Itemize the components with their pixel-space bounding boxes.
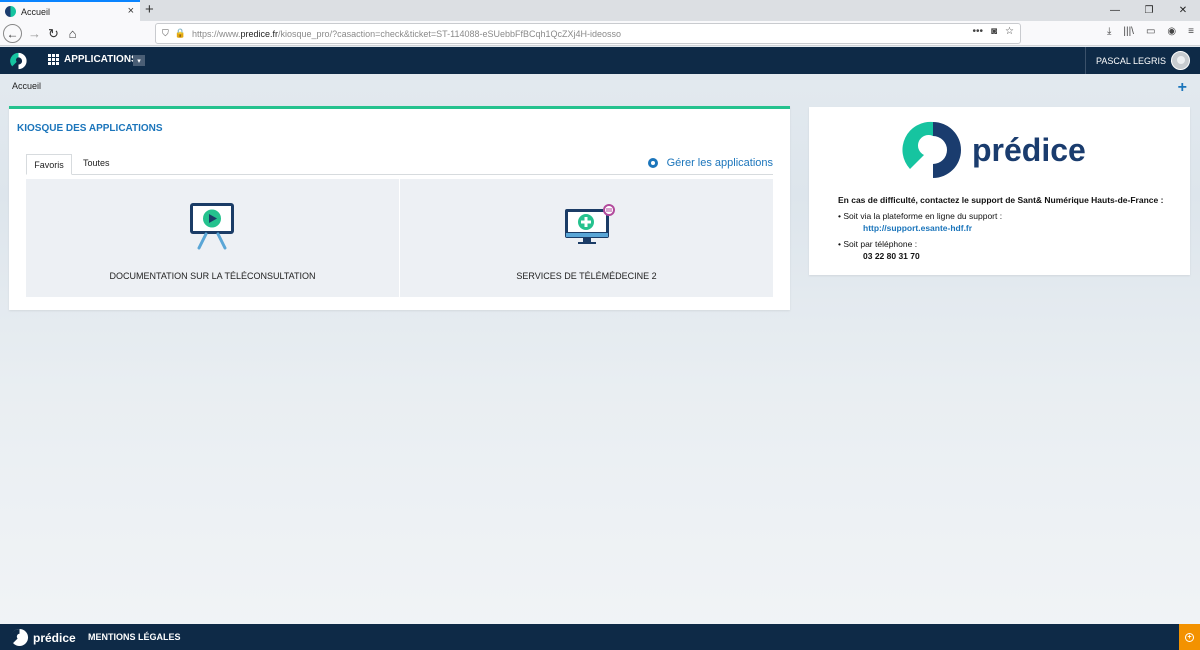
forward-arrow-icon[interactable]: → [25,24,44,43]
grid-icon [48,54,59,65]
tab-favoris[interactable]: Favoris [26,154,72,175]
plus-circle-icon: + [1185,632,1194,642]
shield-icon[interactable]: ⛉ [162,28,169,39]
back-arrow-icon[interactable]: ← [3,24,22,43]
browser-nav-bar: ← → ↻ ⌂ ⛉ 🔒 https://www.predice.fr/kiosq… [0,21,1200,46]
support-link[interactable]: http://support.esante-hdf.fr [863,223,1163,235]
tab-close-icon[interactable]: × [128,5,134,17]
url-text[interactable]: https://www.predice.fr/kiosque_pro/?casa… [192,29,621,39]
support-contact-info: En cas de difficulté, contactez le suppo… [838,195,1163,262]
video-presentation-icon [190,203,234,250]
window-controls: — ❐ ✕ [1098,0,1200,21]
user-name: PASCAL LEGRIS [1096,55,1167,66]
sidebar-icon[interactable]: ▭ [1146,26,1155,37]
app-card-documentation[interactable]: DOCUMENTATION SUR LA TÉLÉCONSULTATION [26,179,399,297]
home-icon[interactable]: ⌂ [63,24,82,43]
footer: prédice MENTIONS LÉGALES + [0,624,1200,650]
predice-footer-icon [10,628,29,647]
browser-toolbar-right: ⤓ |||\ ▭ ◉ ≡ [1107,26,1194,37]
downloads-icon[interactable]: ⤓ [1107,26,1111,37]
menu-icon[interactable]: ≡ [1188,26,1194,37]
app-header: APPLICATIONS ▾ PASCAL LEGRIS ⌄ [0,47,1200,74]
footer-action-button[interactable]: + [1179,624,1200,650]
support-platform-line: • Soit via la plateforme en ligne du sup… [838,210,1003,221]
app-card-label: SERVICES DE TÉLÉMÉDECINE 2 [516,271,657,281]
applications-label: APPLICATIONS [64,54,138,65]
browser-tab-title: Accueil [21,6,51,17]
maximize-button[interactable]: ❐ [1132,0,1166,21]
footer-logo[interactable]: prédice [10,628,76,647]
gear-icon [647,158,658,168]
chevron-down-icon[interactable]: ▾ [133,55,145,66]
telemedicine-monitor-icon [565,204,615,244]
predice-brand-logo: prédice [902,119,1102,184]
support-phone: 03 22 80 31 70 [863,250,920,261]
new-tab-button[interactable]: + [145,1,154,18]
browser-tab[interactable]: Accueil × [0,0,140,21]
tab-toutes[interactable]: Toutes [83,158,110,168]
app-card-telemedecine[interactable]: SERVICES DE TÉLÉMÉDECINE 2 [400,179,773,297]
support-lead: En cas de difficulté, contactez le suppo… [838,195,1164,205]
support-panel: prédice En cas de difficulté, contactez … [809,107,1190,275]
account-icon[interactable]: ◉ [1167,26,1176,37]
pocket-icon[interactable]: ◙ [991,26,997,37]
support-phone-line: • Soit par téléphone : [838,238,918,249]
lock-icon[interactable]: 🔒 [175,28,186,39]
kiosk-panel: KIOSQUE DES APPLICATIONS Favoris Toutes … [9,106,790,310]
applications-menu-button[interactable]: APPLICATIONS [48,54,138,65]
url-bar[interactable]: ⛉ 🔒 https://www.predice.fr/kiosque_pro/?… [155,23,1021,44]
predice-favicon-icon [5,6,16,17]
breadcrumb[interactable]: Accueil [12,81,41,91]
brand-wordmark: prédice [972,132,1086,168]
manage-applications-link[interactable]: Gérer les applications [647,157,773,169]
footer-brand: prédice [33,630,76,645]
manage-applications-label: Gérer les applications [666,157,773,169]
add-plus-icon[interactable]: + [1178,79,1187,97]
predice-logo-icon[interactable] [9,52,28,70]
minimize-button[interactable]: — [1098,0,1132,21]
close-window-button[interactable]: ✕ [1166,0,1200,21]
reload-icon[interactable]: ↻ [44,24,63,43]
kiosk-title: KIOSQUE DES APPLICATIONS [17,123,163,134]
user-menu[interactable]: PASCAL LEGRIS ⌄ [1085,47,1200,74]
bookmark-star-icon[interactable]: ☆ [1005,26,1014,37]
legal-mentions-link[interactable]: MENTIONS LÉGALES [88,632,181,642]
kiosk-tabs: Favoris Toutes Gérer les applications [26,154,773,175]
library-icon[interactable]: |||\ [1123,26,1134,37]
app-card-label: DOCUMENTATION SUR LA TÉLÉCONSULTATION [109,271,316,281]
page-actions-icon[interactable]: ••• [972,26,983,37]
browser-tab-bar: Accueil × + — ❐ ✕ [0,0,1200,21]
avatar[interactable] [1171,51,1190,70]
